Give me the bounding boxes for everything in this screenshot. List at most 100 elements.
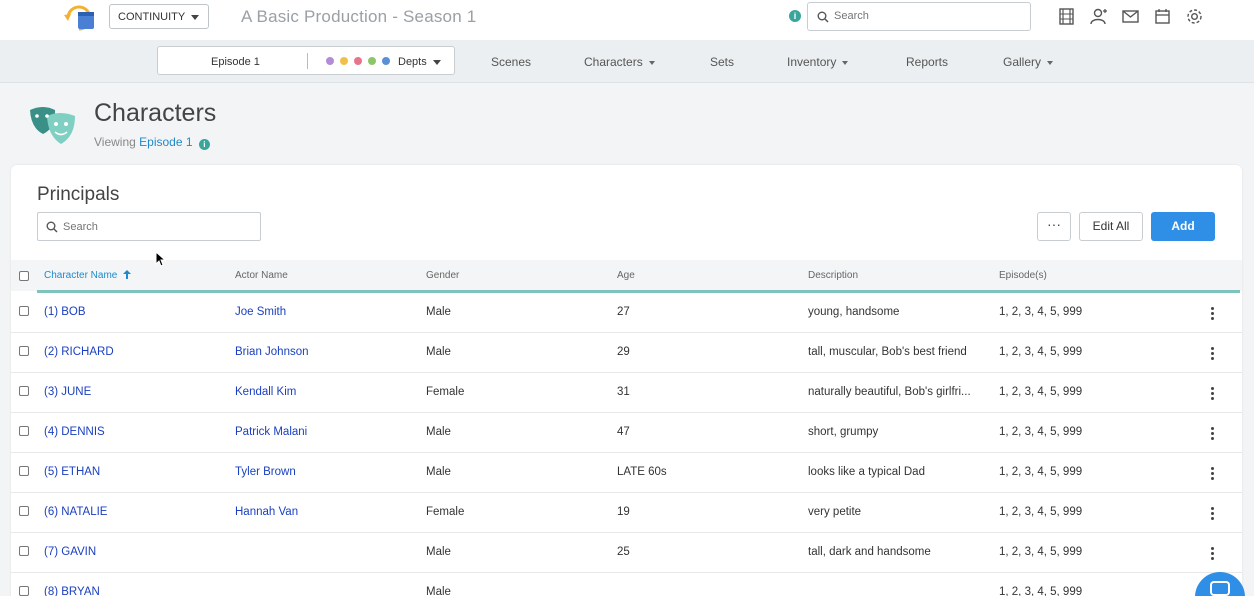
character-name-link[interactable]: (2) RICHARD	[44, 346, 114, 358]
row-menu-icon[interactable]	[1211, 427, 1214, 441]
nav-reports[interactable]: Reports	[906, 55, 948, 69]
top-bar: CONTINUITY A Basic Production - Season 1…	[0, 0, 1254, 40]
column-header-character-name[interactable]: Character Name	[44, 270, 132, 281]
age-cell: 25	[617, 546, 630, 558]
add-button[interactable]: Add	[1151, 212, 1215, 241]
global-search-input[interactable]	[834, 10, 1024, 22]
column-header-age[interactable]: Age	[617, 270, 635, 281]
divider	[307, 53, 308, 69]
age-cell: LATE 60s	[617, 466, 667, 478]
actor-name-link[interactable]: Kendall Kim	[235, 386, 296, 398]
character-name-link[interactable]: (4) DENNIS	[44, 426, 105, 438]
row-checkbox[interactable]	[19, 546, 29, 556]
character-name-link[interactable]: (3) JUNE	[44, 386, 91, 398]
more-options-button[interactable]: ···	[1037, 212, 1071, 241]
episodes-cell: 1, 2, 3, 4, 5, 999	[999, 386, 1083, 398]
gender-cell: Female	[426, 386, 465, 398]
actor-name-link[interactable]: Hannah Van	[235, 506, 298, 518]
row-menu-icon[interactable]	[1211, 547, 1214, 561]
row-menu-icon[interactable]	[1211, 307, 1214, 321]
select-all-checkbox[interactable]	[19, 271, 29, 281]
description-cell: very petite	[808, 506, 862, 518]
dept-dot	[382, 57, 390, 65]
user-add-icon[interactable]	[1089, 7, 1108, 26]
nav-characters[interactable]: Characters	[584, 55, 655, 69]
actor-name-link[interactable]: Joe Smith	[235, 306, 286, 318]
main-nav: Episode 1 Depts Scenes Characters Sets I…	[0, 40, 1254, 83]
episodes-cell: 1, 2, 3, 4, 5, 999	[999, 346, 1083, 358]
row-menu-icon[interactable]	[1211, 507, 1214, 521]
description-cell: naturally beautiful, Bob's girlfri...	[808, 386, 971, 398]
row-checkbox[interactable]	[19, 426, 29, 436]
dept-dot	[326, 57, 334, 65]
actor-name-link[interactable]: Patrick Malani	[235, 426, 307, 438]
settings-icon[interactable]	[1185, 7, 1204, 26]
row-menu-icon[interactable]	[1211, 467, 1214, 481]
row-checkbox[interactable]	[19, 386, 29, 396]
table-row: (6) NATALIE Hannah Van Female 19 very pe…	[11, 493, 1242, 533]
row-checkbox[interactable]	[19, 586, 29, 596]
age-cell: 27	[617, 306, 630, 318]
row-menu-icon[interactable]	[1211, 347, 1214, 361]
table-row: (8) BRYAN Male 1, 2, 3, 4, 5, 999	[11, 573, 1242, 596]
nav-scenes[interactable]: Scenes	[491, 55, 531, 69]
actor-name-link[interactable]: Tyler Brown	[235, 466, 296, 478]
theater-masks-icon	[30, 107, 75, 144]
sort-ascending-icon	[123, 270, 132, 279]
age-cell: 31	[617, 386, 630, 398]
episode-select[interactable]: Episode 1	[211, 56, 260, 68]
age-cell: 47	[617, 426, 630, 438]
table-row: (1) BOB Joe Smith Male 27 young, handsom…	[11, 293, 1242, 333]
character-name-link[interactable]: (7) GAVIN	[44, 546, 96, 558]
dept-dot	[354, 57, 362, 65]
dept-dot	[368, 57, 376, 65]
search-icon	[817, 11, 829, 23]
column-header-episodes[interactable]: Episode(s)	[999, 270, 1047, 281]
film-icon[interactable]	[1057, 7, 1076, 26]
column-header-description[interactable]: Description	[808, 270, 858, 281]
row-checkbox[interactable]	[19, 306, 29, 316]
description-cell: young, handsome	[808, 306, 900, 318]
table-row: (7) GAVIN Male 25 tall, dark and handsom…	[11, 533, 1242, 573]
chat-icon	[1210, 581, 1230, 596]
column-header-actor-name[interactable]: Actor Name	[235, 270, 288, 281]
actor-name-link[interactable]: Brian Johnson	[235, 346, 309, 358]
row-menu-icon[interactable]	[1211, 387, 1214, 401]
age-cell: 19	[617, 506, 630, 518]
row-checkbox[interactable]	[19, 346, 29, 356]
chevron-down-icon	[433, 60, 441, 65]
character-name-link[interactable]: (6) NATALIE	[44, 506, 107, 518]
nav-sets[interactable]: Sets	[710, 55, 734, 69]
page-title: Characters	[94, 99, 217, 127]
description-cell: short, grumpy	[808, 426, 879, 438]
episodes-cell: 1, 2, 3, 4, 5, 999	[999, 546, 1083, 558]
gender-cell: Male	[426, 426, 451, 438]
chevron-down-icon	[191, 15, 199, 20]
search-icon	[46, 221, 58, 233]
row-checkbox[interactable]	[19, 466, 29, 476]
table-search-input[interactable]	[63, 221, 253, 233]
global-search[interactable]	[807, 2, 1031, 31]
org-select[interactable]: CONTINUITY	[109, 4, 209, 29]
column-header-gender[interactable]: Gender	[426, 270, 459, 281]
character-name-link[interactable]: (5) ETHAN	[44, 466, 100, 478]
character-name-link[interactable]: (8) BRYAN	[44, 586, 100, 596]
table-search[interactable]	[37, 212, 261, 241]
character-name-link[interactable]: (1) BOB	[44, 306, 86, 318]
info-icon[interactable]: i	[198, 139, 210, 150]
viewing-episode-link[interactable]: Episode 1	[139, 135, 192, 149]
mail-icon[interactable]	[1121, 7, 1140, 26]
calendar-icon[interactable]	[1153, 7, 1172, 26]
age-cell: 29	[617, 346, 630, 358]
row-checkbox[interactable]	[19, 506, 29, 516]
nav-inventory[interactable]: Inventory	[787, 55, 849, 69]
table-row: (4) DENNIS Patrick Malani Male 47 short,…	[11, 413, 1242, 453]
episodes-cell: 1, 2, 3, 4, 5, 999	[999, 506, 1083, 518]
nav-gallery[interactable]: Gallery	[1003, 55, 1054, 69]
app-logo-icon[interactable]	[62, 3, 96, 33]
description-cell: tall, muscular, Bob's best friend	[808, 346, 967, 358]
chevron-down-icon	[842, 60, 849, 65]
info-icon[interactable]: i	[789, 10, 801, 22]
edit-all-button[interactable]: Edit All	[1079, 212, 1143, 241]
depts-select[interactable]: Depts	[398, 56, 427, 68]
